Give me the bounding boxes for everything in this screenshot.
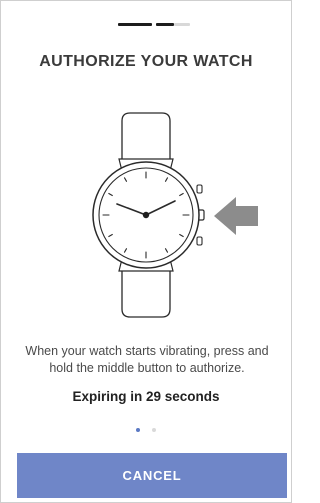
left-arrow-icon [214,197,258,235]
step-progress-indicator [118,23,190,26]
pagination-dot [152,428,157,432]
cancel-button[interactable]: CANCEL [17,453,287,498]
page-title: AUTHORIZE YOUR WATCH [39,53,253,70]
smartwatch-icon [92,112,258,318]
step-segment-current [156,23,174,26]
instruction-text: When your watch starts vibrating, press … [25,344,269,375]
pagination-dots [1,419,291,437]
step-segment-complete [118,23,152,26]
step-segment-pending [174,23,190,26]
pagination-dot-active [135,428,140,432]
screen: AUTHORIZE YOUR WATCH When your watch sta… [0,0,292,503]
expiry-countdown: Expiring in 29 seconds [72,389,220,404]
